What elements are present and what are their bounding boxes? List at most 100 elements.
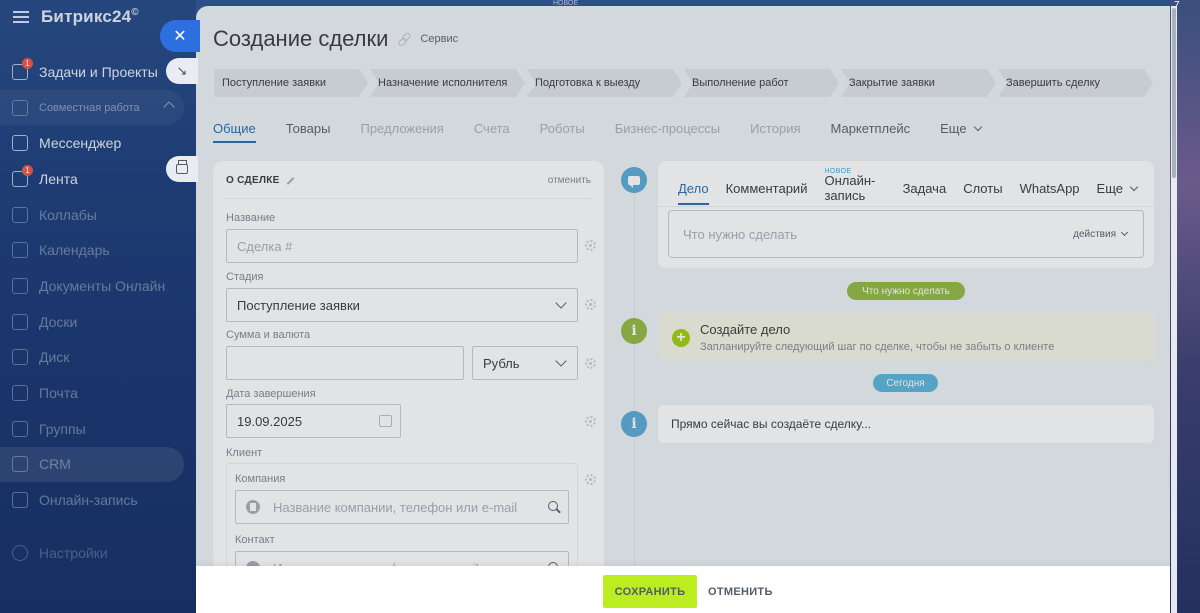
- tab-invoices[interactable]: Счета: [474, 110, 510, 146]
- stage-item[interactable]: Подготовка к выезду: [527, 69, 682, 97]
- create-task-hint[interactable]: + Создайте дело Запланируйте следующий ш…: [658, 313, 1154, 361]
- counter-badge: 1: [22, 165, 33, 177]
- todo-input[interactable]: Что нужно сделать действия: [668, 210, 1144, 258]
- pencil-icon[interactable]: [286, 176, 295, 185]
- form-action-bar: СОХРАНИТЬ ОТМЕНИТЬ: [196, 566, 1170, 613]
- link-icon[interactable]: [398, 33, 410, 45]
- activity-tab-slots[interactable]: Слоты: [963, 171, 1002, 205]
- date-input[interactable]: 19.09.2025: [226, 404, 401, 438]
- tab-offers[interactable]: Предложения: [360, 110, 443, 146]
- sidebar-item-collabs[interactable]: Коллабы: [0, 197, 196, 233]
- sidebar-item-calendar[interactable]: Календарь: [0, 232, 196, 268]
- name-input[interactable]: Сделка #: [226, 229, 578, 263]
- name-label: Название: [226, 212, 276, 224]
- sidebar-item-documents[interactable]: Документы Онлайн: [0, 268, 196, 304]
- info-icon: i: [621, 411, 647, 437]
- client-section: Компания Название компании, телефон или …: [226, 463, 578, 585]
- booking-icon: [12, 492, 28, 509]
- todo-placeholder: Что нужно сделать: [683, 226, 797, 242]
- page-title: Создание сделки Сервис: [213, 26, 458, 52]
- tab-robots[interactable]: Роботы: [540, 110, 585, 146]
- stage-item[interactable]: Назначение исполнителя: [370, 69, 525, 97]
- sidebar-item-boards[interactable]: Доски: [0, 304, 196, 340]
- tab-business-processes[interactable]: Бизнес-процессы: [615, 110, 720, 146]
- actions-dropdown[interactable]: действия: [1073, 228, 1129, 240]
- sidebar-item-messenger[interactable]: Мессенджер: [0, 125, 196, 161]
- activity-tab-whatsapp[interactable]: WhatsApp: [1020, 171, 1080, 205]
- gear-icon[interactable]: [585, 299, 596, 310]
- calendar-icon: [12, 242, 28, 259]
- collab-icon: [12, 206, 28, 223]
- company-search-input[interactable]: Название компании, телефон или e-mail: [235, 490, 569, 524]
- info-icon: i: [621, 318, 647, 344]
- gear-icon[interactable]: [585, 474, 596, 485]
- sidebar-item-label: Лента: [39, 170, 78, 187]
- app-logo[interactable]: Битрикс24©: [41, 7, 139, 27]
- cancel-button[interactable]: ОТМЕНИТЬ: [708, 575, 773, 608]
- company-placeholder: Название компании, телефон или e-mail: [273, 499, 518, 515]
- minimize-panel-button[interactable]: ↘: [166, 58, 198, 84]
- print-button[interactable]: [166, 156, 198, 182]
- calendar-icon[interactable]: [379, 415, 392, 427]
- sidebar-item-groups[interactable]: Группы: [0, 411, 196, 447]
- menu-icon[interactable]: [13, 11, 29, 23]
- sidebar-item-booking[interactable]: Онлайн-запись: [0, 482, 196, 518]
- timeline-line: [634, 181, 635, 581]
- activity-chat-icon: [621, 167, 647, 193]
- sidebar-item-mail[interactable]: Почта: [0, 375, 196, 411]
- stage-item[interactable]: Закрытие заявки: [841, 69, 996, 97]
- sidebar-item-label: CRM: [39, 456, 71, 473]
- sidebar-item-crm[interactable]: CRM: [0, 446, 184, 483]
- currency-select-value: Рубль: [483, 355, 520, 371]
- activity-tab-more[interactable]: Еще: [1096, 171, 1139, 205]
- tab-marketplace[interactable]: Маркетплейс: [831, 110, 911, 146]
- activity-tab-label: Еще: [1096, 180, 1123, 196]
- client-label: Клиент: [226, 447, 263, 459]
- activity-tab-todo[interactable]: Задача: [903, 171, 947, 205]
- currency-select[interactable]: Рубль: [472, 346, 578, 380]
- page-title-text: Создание сделки: [213, 26, 389, 51]
- gear-icon[interactable]: [585, 416, 596, 427]
- stage-item[interactable]: Завершить сделку: [998, 69, 1153, 97]
- activity-tab-comment[interactable]: Комментарий: [726, 171, 808, 205]
- card-cancel-link[interactable]: отменить: [548, 175, 591, 186]
- mail-icon: [12, 385, 28, 402]
- activity-tab-booking[interactable]: НОВОЕ Онлайн-запись: [824, 168, 885, 205]
- date-label: Дата завершения: [226, 388, 316, 400]
- sum-input[interactable]: [226, 346, 464, 380]
- actions-label: действия: [1073, 228, 1116, 240]
- sidebar-group-collaboration[interactable]: Совместная работа: [0, 89, 184, 126]
- deal-info-card: О СДЕЛКЕ отменить Название Сделка # Стад…: [213, 161, 604, 585]
- logo-mark: ©: [131, 7, 139, 18]
- activity-tab-label: Онлайн-запись: [824, 173, 876, 203]
- activity-editor-card: Дело Комментарий НОВОЕ Онлайн-запись Зад…: [658, 161, 1154, 268]
- sidebar-item-label: Мессенджер: [39, 135, 122, 152]
- tab-history[interactable]: История: [750, 110, 800, 146]
- sidebar-item-label: Настройки: [39, 545, 108, 561]
- save-button[interactable]: СОХРАНИТЬ: [603, 575, 697, 608]
- plus-icon[interactable]: +: [672, 329, 690, 347]
- search-icon[interactable]: [548, 501, 558, 511]
- gear-icon[interactable]: [585, 240, 596, 251]
- tab-general[interactable]: Общие: [213, 110, 256, 146]
- settings-icon: [12, 545, 28, 561]
- stage-item[interactable]: Выполнение работ: [684, 69, 839, 97]
- close-panel-button[interactable]: ✕: [160, 20, 200, 52]
- gear-icon[interactable]: [585, 358, 596, 369]
- scrollbar-thumb[interactable]: [1172, 8, 1176, 178]
- pipeline-name: Сервис: [420, 33, 459, 45]
- card-title: О СДЕЛКЕ: [226, 175, 295, 186]
- sidebar-item-disk[interactable]: Диск: [0, 340, 196, 376]
- stage-label: Стадия: [226, 271, 264, 283]
- card-header: О СДЕЛКЕ отменить: [226, 175, 591, 199]
- stage-progress-bar: Поступление заявки Назначение исполнителя…: [214, 69, 1155, 97]
- stage-item[interactable]: Поступление заявки: [214, 69, 368, 97]
- tab-products[interactable]: Товары: [286, 110, 331, 146]
- tab-more[interactable]: Еще: [940, 110, 982, 146]
- sidebar-item-label: Онлайн-запись: [39, 492, 138, 509]
- stage-select[interactable]: Поступление заявки: [226, 288, 578, 322]
- sidebar-item-settings[interactable]: Настройки: [12, 545, 108, 561]
- divider: [658, 206, 1154, 207]
- contact-label: Контакт: [235, 534, 275, 546]
- activity-tab-task[interactable]: Дело: [678, 171, 709, 205]
